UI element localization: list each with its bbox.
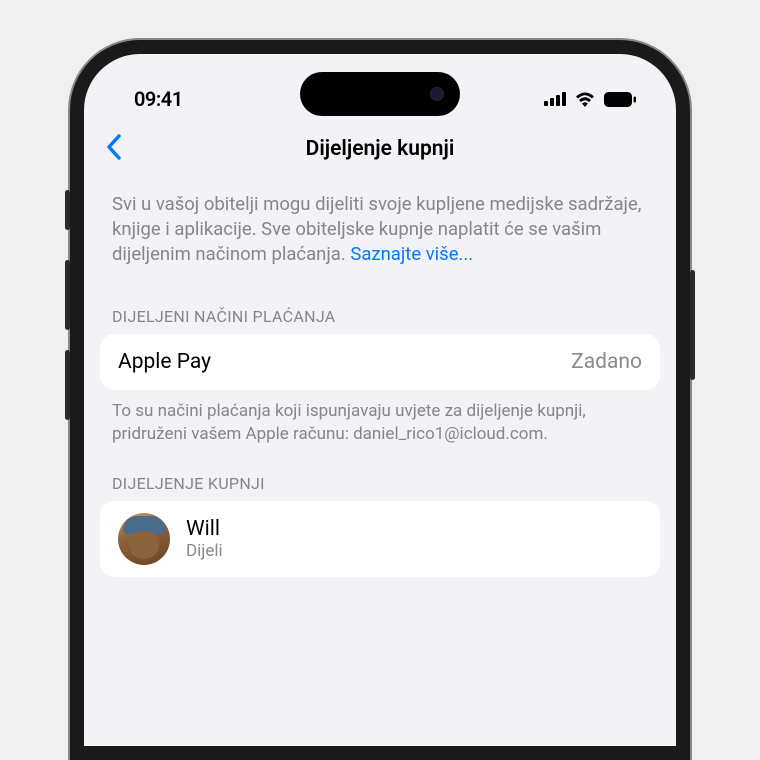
- phone-volume-down: [65, 350, 70, 420]
- phone-volume-up: [65, 260, 70, 330]
- user-name: Will: [186, 517, 223, 541]
- status-icons: [544, 91, 636, 107]
- user-row[interactable]: Will Dijeli: [100, 501, 660, 577]
- learn-more-link[interactable]: Saznajte više...: [350, 243, 473, 265]
- avatar: [118, 513, 170, 565]
- content-area: Svi u vašoj obitelji mogu dijeliti svoje…: [84, 174, 676, 577]
- wifi-icon: [574, 91, 596, 107]
- chevron-left-icon: [106, 134, 122, 160]
- battery-icon: [604, 92, 636, 107]
- phone-frame: 09:41: [70, 40, 690, 760]
- payment-method-status: Zadano: [571, 350, 642, 374]
- payment-methods-header: DIJELJENI NAČINI PLAĆANJA: [84, 279, 676, 334]
- payment-methods-footer: To su načini plaćanja koji ispunjavaju u…: [84, 390, 676, 446]
- avatar-face: [129, 531, 159, 559]
- purchase-sharing-header: DIJELJENJE KUPNJI: [84, 446, 676, 501]
- sharing-users-group: Will Dijeli: [100, 501, 660, 577]
- back-button[interactable]: [106, 134, 122, 164]
- phone-mute-switch: [65, 190, 70, 230]
- page-title: Dijeljenje kupnji: [306, 137, 455, 161]
- status-time: 09:41: [134, 87, 183, 111]
- front-camera: [430, 87, 444, 101]
- payment-method-row[interactable]: Apple Pay Zadano: [100, 334, 660, 390]
- payment-methods-group: Apple Pay Zadano: [100, 334, 660, 390]
- cellular-icon: [544, 92, 566, 106]
- screen: 09:41: [84, 54, 676, 746]
- payment-method-name: Apple Pay: [118, 350, 211, 374]
- user-info: Will Dijeli: [186, 517, 223, 561]
- nav-bar: Dijeljenje kupnji: [84, 124, 676, 174]
- phone-power-button: [690, 270, 695, 380]
- user-share-status: Dijeli: [186, 541, 223, 561]
- intro-description: Svi u vašoj obitelji mogu dijeliti svoje…: [84, 192, 676, 279]
- dynamic-island: [300, 72, 460, 116]
